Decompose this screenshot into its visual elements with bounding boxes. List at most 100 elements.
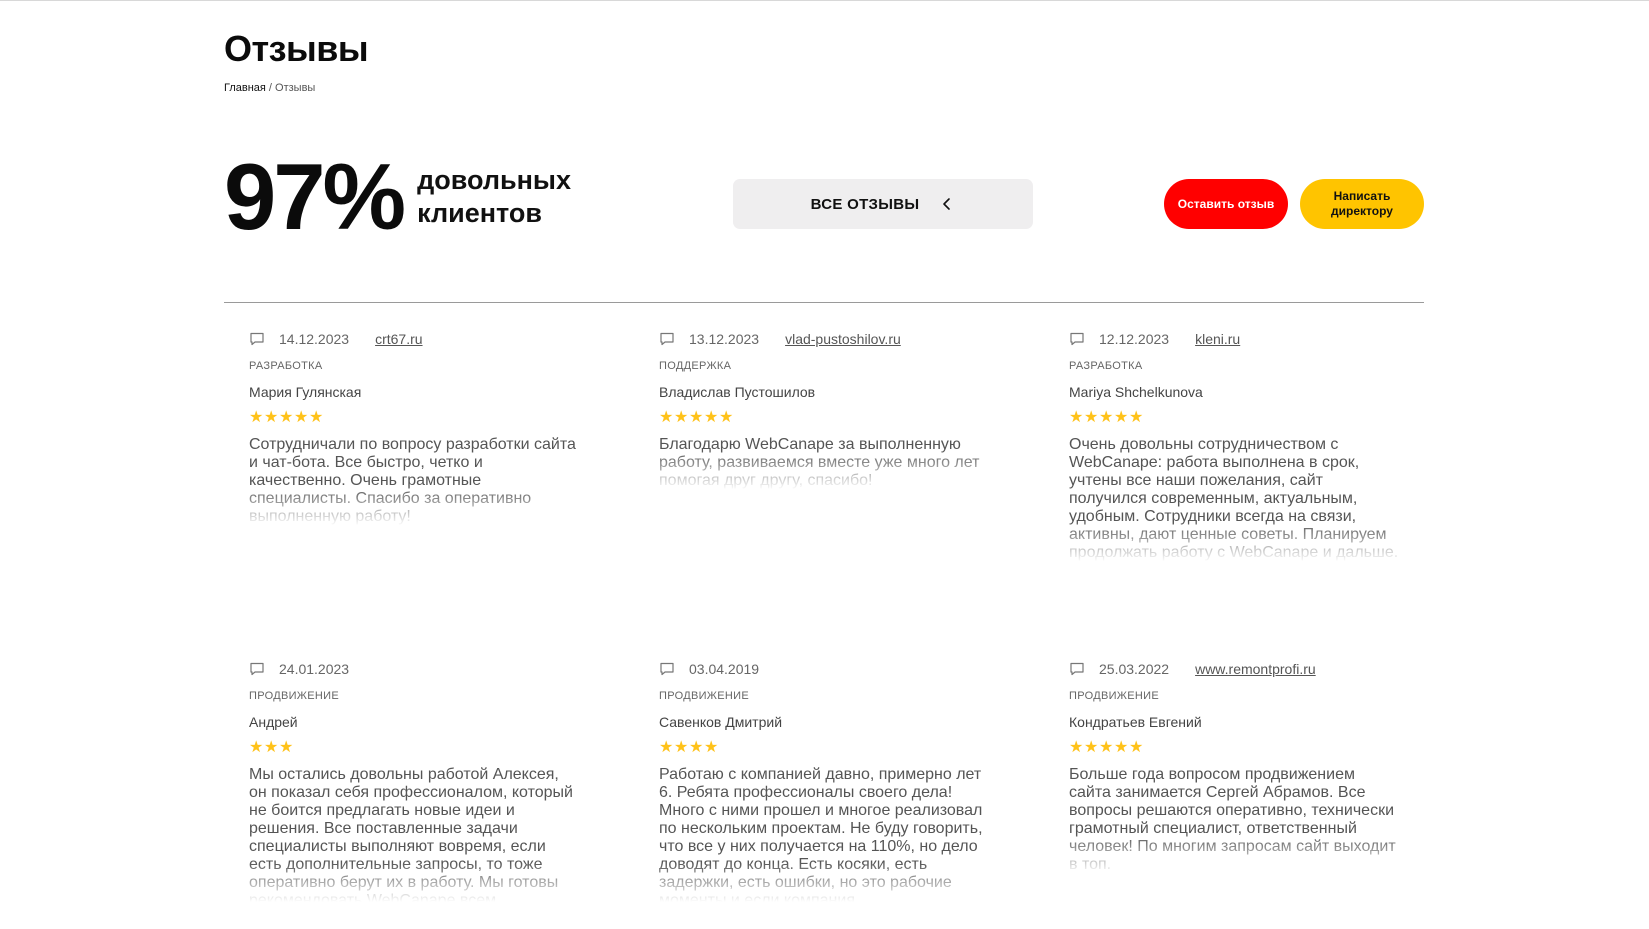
review-site-link[interactable]: kleni.ru xyxy=(1195,331,1240,347)
satisfaction-value: 97% xyxy=(224,144,406,249)
star-icon: ★ xyxy=(1099,409,1114,426)
review-card: 25.03.2022 www.remontprofi.ru ПРОДВИЖЕНИЕ К… xyxy=(1069,660,1399,874)
reviews-filter-dropdown[interactable]: ВСЕ ОТЗЫВЫ xyxy=(733,179,1033,229)
breadcrumb: Главная / Отзывы xyxy=(224,82,315,94)
chat-icon xyxy=(249,331,265,347)
star-icon: ★ xyxy=(294,409,309,426)
star-icon: ★ xyxy=(1129,409,1144,426)
leave-review-button[interactable]: Оставить отзыв xyxy=(1164,179,1288,229)
review-text-wrap: Благодарю WebCanape за выполненную работ… xyxy=(659,436,989,490)
review-date: 14.12.2023 xyxy=(279,331,350,347)
review-author: Мария Гулянская xyxy=(249,384,362,400)
review-card: 13.12.2023 vlad-pustoshilov.ru ПОДДЕРЖКА Вл… xyxy=(659,330,989,490)
review-meta: 14.12.2023 crt67.ru xyxy=(249,330,579,348)
star-icon: ★ xyxy=(1114,409,1129,426)
review-author: Савенков Дмитрий xyxy=(659,714,783,730)
star-icon: ★ xyxy=(1114,739,1129,756)
star-icon: ★ xyxy=(674,409,689,426)
chat-icon xyxy=(249,661,265,677)
review-date: 03.04.2019 xyxy=(689,661,760,677)
review-text: Сотрудничали по вопросу разработки сайта… xyxy=(249,436,576,525)
review-category: РАЗРАБОТКА xyxy=(249,360,323,372)
star-icon: ★ xyxy=(659,739,674,756)
chevron-left-icon xyxy=(939,196,955,212)
rating-stars: ★ ★ ★ ★ ★ xyxy=(249,410,579,426)
review-author: Андрей xyxy=(249,714,298,730)
review-date: 24.01.2023 xyxy=(279,661,350,677)
write-director-label: Написать директору xyxy=(1331,189,1393,218)
star-icon: ★ xyxy=(1099,739,1114,756)
review-text-wrap: Сотрудничали по вопросу разработки сайта… xyxy=(249,436,579,526)
review-category: ПРОДВИЖЕНИЕ xyxy=(1069,690,1159,702)
star-icon: ★ xyxy=(264,739,279,756)
review-category: ПОДДЕРЖКА xyxy=(659,360,732,372)
star-icon: ★ xyxy=(659,409,674,426)
review-text: Очень довольны сотрудничеством с WebCana… xyxy=(1069,436,1399,561)
review-card: 12.12.2023 kleni.ru РАЗРАБОТКА Mariya Shche… xyxy=(1069,330,1399,562)
satisfaction-caption-line1: довольных xyxy=(417,165,571,195)
review-date: 25.03.2022 xyxy=(1099,661,1170,677)
review-card: 14.12.2023 crt67.ru РАЗРАБОТКА Мария Гулянс… xyxy=(249,330,579,526)
satisfaction-stat: 97% довольных клиентов xyxy=(224,150,597,244)
star-icon: ★ xyxy=(309,409,324,426)
review-text: Благодарю WebCanape за выполненную работ… xyxy=(659,436,980,489)
chat-icon xyxy=(659,661,675,677)
star-icon: ★ xyxy=(689,409,704,426)
review-meta: 13.12.2023 vlad-pustoshilov.ru xyxy=(659,330,989,348)
review-category: ПРОДВИЖЕНИЕ xyxy=(659,690,749,702)
review-text-wrap: Очень довольны сотрудничеством с WebCana… xyxy=(1069,436,1399,562)
review-card: 24.01.2023 ПРОДВИЖЕНИЕ Андрей ★ ★ ★ Мы осталис… xyxy=(249,660,579,902)
review-category: РАЗРАБОТКА xyxy=(1069,360,1143,372)
chat-icon xyxy=(659,331,675,347)
star-icon: ★ xyxy=(249,409,264,426)
review-text-wrap: Больше года вопросом продвижением сайта … xyxy=(1069,766,1399,874)
breadcrumb-current: Отзывы xyxy=(275,82,316,94)
review-meta: 25.03.2022 www.remontprofi.ru xyxy=(1069,660,1399,678)
star-icon: ★ xyxy=(279,739,294,756)
page-title: Отзывы xyxy=(224,28,369,69)
star-icon: ★ xyxy=(689,739,704,756)
star-icon: ★ xyxy=(1129,739,1144,756)
star-icon: ★ xyxy=(1069,739,1084,756)
review-text-wrap: Мы остались довольны работой Алексея, он… xyxy=(249,766,579,902)
satisfaction-caption-line2: клиентов xyxy=(417,198,543,228)
star-icon: ★ xyxy=(674,739,689,756)
star-icon: ★ xyxy=(719,409,734,426)
star-icon: ★ xyxy=(264,409,279,426)
breadcrumb-home-link[interactable]: Главная xyxy=(224,82,266,94)
review-text: Мы остались довольны работой Алексея, он… xyxy=(249,766,573,902)
chat-icon xyxy=(1069,661,1085,677)
review-author: Кондратьев Евгений xyxy=(1069,714,1202,730)
review-text-wrap: Работаю с компанией давно, примерно лет … xyxy=(659,766,989,902)
rating-stars: ★ ★ ★ ★ ★ xyxy=(1069,740,1399,756)
rating-stars: ★ ★ ★ ★ ★ xyxy=(659,410,989,426)
rating-stars: ★ ★ ★ ★ ★ xyxy=(1069,410,1399,426)
review-site-link[interactable]: crt67.ru xyxy=(375,331,422,347)
review-date: 13.12.2023 xyxy=(689,331,760,347)
satisfaction-caption: довольных клиентов xyxy=(417,164,597,230)
review-site-link[interactable]: www.remontprofi.ru xyxy=(1195,661,1316,677)
review-site-link[interactable]: vlad-pustoshilov.ru xyxy=(785,331,901,347)
star-icon: ★ xyxy=(1084,409,1099,426)
rating-stars: ★ ★ ★ xyxy=(249,740,579,756)
section-divider xyxy=(224,302,1424,303)
review-text: Работаю с компанией давно, примерно лет … xyxy=(659,766,983,902)
review-meta: 03.04.2019 xyxy=(659,660,989,678)
review-card: 03.04.2019 ПРОДВИЖЕНИЕ Савенков Дмитрий ★ ★ ★… xyxy=(659,660,989,902)
star-icon: ★ xyxy=(704,739,719,756)
top-border xyxy=(0,0,1649,1)
reviews-filter-label: ВСЕ ОТЗЫВЫ xyxy=(810,195,920,213)
star-icon: ★ xyxy=(249,739,264,756)
chat-icon xyxy=(1069,331,1085,347)
review-meta: 24.01.2023 xyxy=(249,660,579,678)
star-icon: ★ xyxy=(1069,409,1084,426)
review-date: 12.12.2023 xyxy=(1099,331,1170,347)
star-icon: ★ xyxy=(279,409,294,426)
write-director-button[interactable]: Написать директору xyxy=(1300,179,1424,229)
breadcrumb-separator: / xyxy=(265,82,276,94)
star-icon: ★ xyxy=(1084,739,1099,756)
review-author: Владислав Пустошилов xyxy=(659,384,816,400)
review-meta: 12.12.2023 kleni.ru xyxy=(1069,330,1399,348)
review-text: Больше года вопросом продвижением сайта … xyxy=(1069,766,1396,873)
rating-stars: ★ ★ ★ ★ xyxy=(659,740,989,756)
